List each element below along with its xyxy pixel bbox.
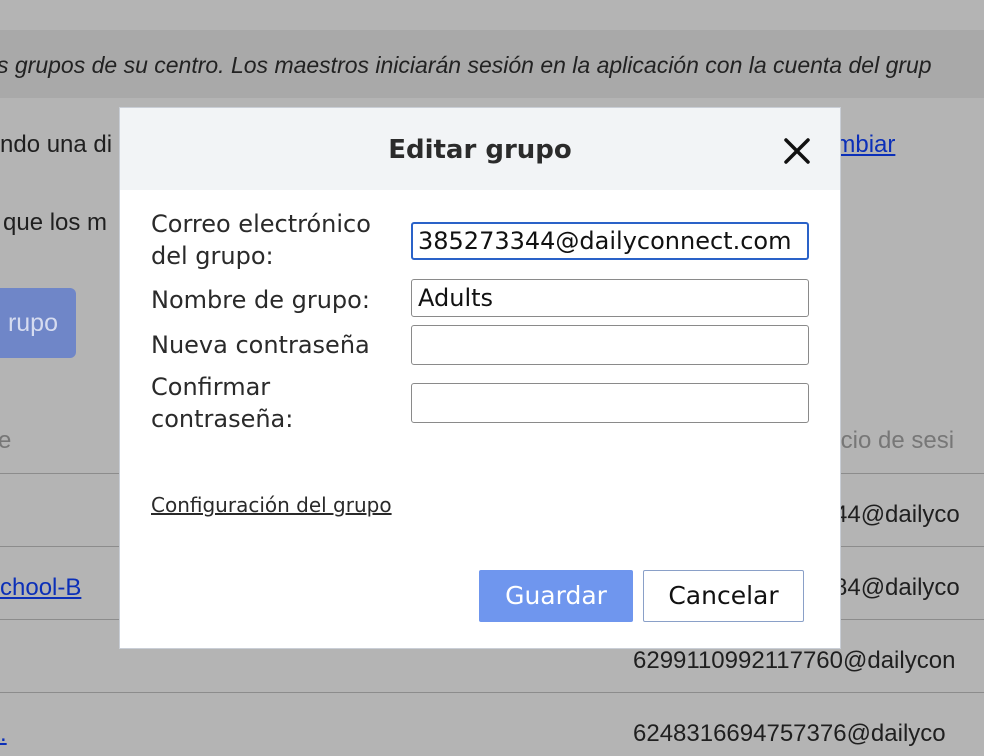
new-password-field[interactable]	[411, 325, 809, 365]
group-name-field[interactable]: Adults	[411, 279, 809, 317]
confirm-password-field[interactable]	[411, 383, 809, 423]
dialog-title: Editar grupo	[388, 135, 572, 165]
edit-group-dialog: Editar grupo Correo electrónico del grup…	[120, 108, 840, 648]
page-description-line-2: que los m	[3, 209, 108, 236]
add-group-button[interactable]: rupo	[0, 288, 76, 358]
group-settings-link[interactable]: Configuración del grupo	[151, 493, 392, 517]
group-email-field[interactable]: 385273344@dailyconnect.com	[411, 222, 809, 260]
save-button[interactable]: Guardar	[479, 570, 633, 622]
email-label: Correo electrónico del grupo:	[151, 210, 371, 270]
table-divider	[0, 692, 984, 693]
table-cell-login: 6299110992117760@dailycon	[633, 647, 956, 674]
table-cell-login: 6248316694757376@dailyco	[633, 720, 946, 747]
close-icon	[784, 138, 810, 164]
cancel-button[interactable]: Cancelar	[643, 570, 804, 622]
table-cell-name[interactable]: chool-B	[0, 574, 81, 602]
group-name-label: Nombre de grupo:	[151, 286, 370, 314]
table-header-login: nicio de sesi	[822, 427, 955, 454]
close-button[interactable]	[778, 132, 816, 170]
new-password-label: Nueva contraseña	[151, 331, 370, 359]
info-banner-text: s grupos de su centro. Los maestros inic…	[0, 52, 932, 78]
confirm-password-label: Confirmar contraseña:	[151, 373, 294, 433]
table-cell-name[interactable]: .	[0, 720, 7, 748]
page-description-line: ndo una di	[0, 131, 113, 158]
table-header-name: e	[0, 427, 12, 454]
table-cell-login: 84@dailyco	[834, 574, 960, 601]
table-cell-login: 44@dailyco	[834, 501, 960, 528]
